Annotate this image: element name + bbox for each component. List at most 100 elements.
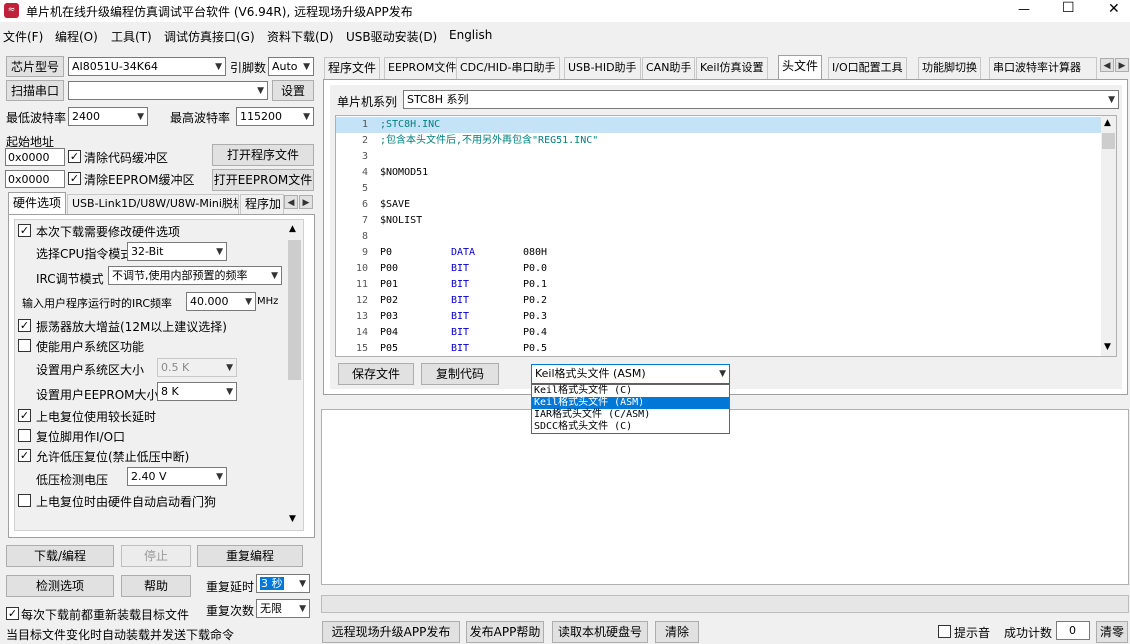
tab-program-file[interactable]: 程序文件 [324,57,381,79]
tab-scroll-right-icon[interactable]: ▶ [1115,58,1129,72]
help-button[interactable]: 帮助 [121,575,191,597]
close-icon[interactable]: ✕ [1108,1,1120,17]
tab-hardware-options[interactable]: 硬件选项 [8,192,66,214]
series-select[interactable]: STC8H 系列 ▼ [403,90,1119,109]
beep-checkbox[interactable] [938,625,951,638]
scroll-up-icon[interactable]: ▲ [1104,118,1111,128]
osc-gain-checkbox[interactable]: ✓ [18,319,31,332]
output-log[interactable] [321,409,1129,585]
scroll-down-icon[interactable]: ▼ [289,514,296,524]
line-number: 10 [355,263,368,274]
sys-size-select[interactable]: 0.5 K ▼ [157,358,237,377]
code-line: 9 P0 DATA 080H [336,245,1101,261]
irc-mode-select[interactable]: 不调节,使用内部预置的频率 ▼ [108,266,282,285]
format-select[interactable]: Keil格式头文件 (ASM) ▼ [531,364,730,384]
maximize-icon[interactable]: ☐ [1062,0,1075,16]
chip-model-select[interactable]: AI8051U-34K64 ▼ [68,57,226,76]
clear-code-checkbox[interactable]: ✓ [68,150,81,163]
code-line: 5 [336,181,1101,197]
repeat-count-select[interactable]: 无限 ▼ [256,599,310,618]
min-baud-select[interactable]: 2400 ▼ [68,107,148,126]
code-line: 14 P04 BIT P0.4 [336,325,1101,341]
menu-debug[interactable]: 调试仿真接口(G) [164,28,255,45]
wdt-checkbox[interactable] [18,494,31,507]
code-value: P0.2 [523,295,548,306]
menu-usb-driver[interactable]: USB驱动安装(D) [346,28,437,45]
scroll-down-icon[interactable]: ▼ [1104,342,1111,352]
minimize-icon[interactable]: — [1018,2,1030,16]
code-address-input[interactable]: 0x0000 [5,148,65,166]
code-line: 1 ;STC8H.INC [336,117,1101,133]
menu-english[interactable]: English [449,28,492,42]
publish-help-button[interactable]: 发布APP帮助 [466,621,544,643]
tab-keil-sim[interactable]: Keil仿真设置 [696,57,768,79]
tab-scroll-right-icon[interactable]: ▶ [299,195,313,209]
eeprom-size-select[interactable]: 8 K ▼ [157,382,237,401]
tab-usb-hid[interactable]: USB-HID助手 [564,57,641,79]
tab-label: I/O口配置工具 [832,61,903,74]
tab-io-config[interactable]: I/O口配置工具 [828,57,907,79]
modify-hw-checkbox[interactable]: ✓ [18,224,31,237]
repeat-delay-select[interactable]: 3 秒 ▼ [256,574,310,593]
format-option-keil-c[interactable]: Keil格式头文件 (C) [532,385,729,397]
copy-code-button[interactable]: 复制代码 [421,363,499,385]
sys-area-checkbox[interactable] [18,339,31,352]
scroll-thumb[interactable] [288,240,301,380]
lvr-checkbox[interactable]: ✓ [18,449,31,462]
settings-button[interactable]: 设置 [272,80,314,101]
cpu-mode-select[interactable]: 32-Bit ▼ [127,242,227,261]
tab-eeprom-file[interactable]: EEPROM文件 [384,57,461,79]
reload-checkbox[interactable]: ✓ [6,607,19,620]
code-keyword: BIT [451,263,470,274]
remote-publish-button[interactable]: 远程现场升级APP发布 [322,621,460,643]
lvd-select[interactable]: 2.40 V ▼ [127,467,227,486]
download-program-button[interactable]: 下载/编程 [6,545,114,567]
chevron-down-icon: ▼ [226,387,233,397]
menu-program[interactable]: 编程(O) [55,28,98,45]
tab-can[interactable]: CAN助手 [642,57,696,79]
tab-pin-switch[interactable]: 功能脚切换 [918,57,981,79]
format-option-sdcc[interactable]: SDCC格式头文件 (C) [532,421,729,433]
stop-button[interactable]: 停止 [121,545,191,567]
tab-usb-link[interactable]: USB-Link1D/U8W/U8W-Mini脱机 [67,194,239,214]
tab-cdc-hid[interactable]: CDC/HID-串口助手 [456,57,560,79]
menu-tools[interactable]: 工具(T) [111,28,152,45]
tab-baud-calc[interactable]: 串口波特率计算器 [989,57,1097,79]
scroll-up-icon[interactable]: ▲ [289,224,296,234]
scroll-thumb[interactable] [1102,133,1115,149]
code-scrollbar[interactable]: ▲ ▼ [1101,116,1116,356]
code-keyword: BIT [451,311,470,322]
tab-program-add[interactable]: 程序加 [240,194,284,214]
power-delay-checkbox[interactable]: ✓ [18,409,31,422]
port-select[interactable]: ▼ [68,81,268,100]
pins-select[interactable]: Auto ▼ [268,57,314,76]
repeat-program-button[interactable]: 重复编程 [197,545,303,567]
clear-eeprom-checkbox[interactable]: ✓ [68,172,81,185]
chip-model-button[interactable]: 芯片型号 [6,56,64,77]
open-eeprom-button[interactable]: 打开EEPROM文件 [212,169,314,191]
code-editor[interactable]: 1 ;STC8H.INC 2 ;包含本头文件后,不用另外再包含"REG51.INC"… [335,115,1117,357]
tab-header-file[interactable]: 头文件 [778,55,823,79]
menu-download[interactable]: 资料下载(D) [267,28,334,45]
tab-scroll-left-icon[interactable]: ◀ [284,195,298,209]
hardware-scrollbar[interactable]: ▲ ▼ [287,222,302,529]
detect-options-button[interactable]: 检测选项 [6,575,114,597]
tab-scroll-left-icon[interactable]: ◀ [1100,58,1114,72]
open-program-button[interactable]: 打开程序文件 [212,144,314,166]
reset-count-button[interactable]: 清零 [1096,621,1128,643]
scan-port-button[interactable]: 扫描串口 [6,80,64,101]
max-baud-select[interactable]: 115200 ▼ [236,107,314,126]
menu-file[interactable]: 文件(F) [3,28,43,45]
modify-hw-label: 本次下载需要修改硬件选项 [36,225,181,239]
clear-button[interactable]: 清除 [655,621,699,643]
reset-io-checkbox[interactable] [18,429,31,442]
code-line: 2 ;包含本头文件后,不用另外再包含"REG51.INC" [336,133,1101,149]
eeprom-address-input[interactable]: 0x0000 [5,170,65,188]
code-keyword: BIT [451,279,470,290]
read-disk-button[interactable]: 读取本机硬盘号 [552,621,648,643]
save-file-button[interactable]: 保存文件 [338,363,414,385]
format-option-iar[interactable]: IAR格式头文件 (C/ASM) [532,409,729,421]
irc-freq-select[interactable]: 40.000 ▼ [186,292,256,311]
success-count-field[interactable]: 0 [1056,621,1090,640]
format-option-keil-asm[interactable]: Keil格式头文件 (ASM) [532,397,729,409]
